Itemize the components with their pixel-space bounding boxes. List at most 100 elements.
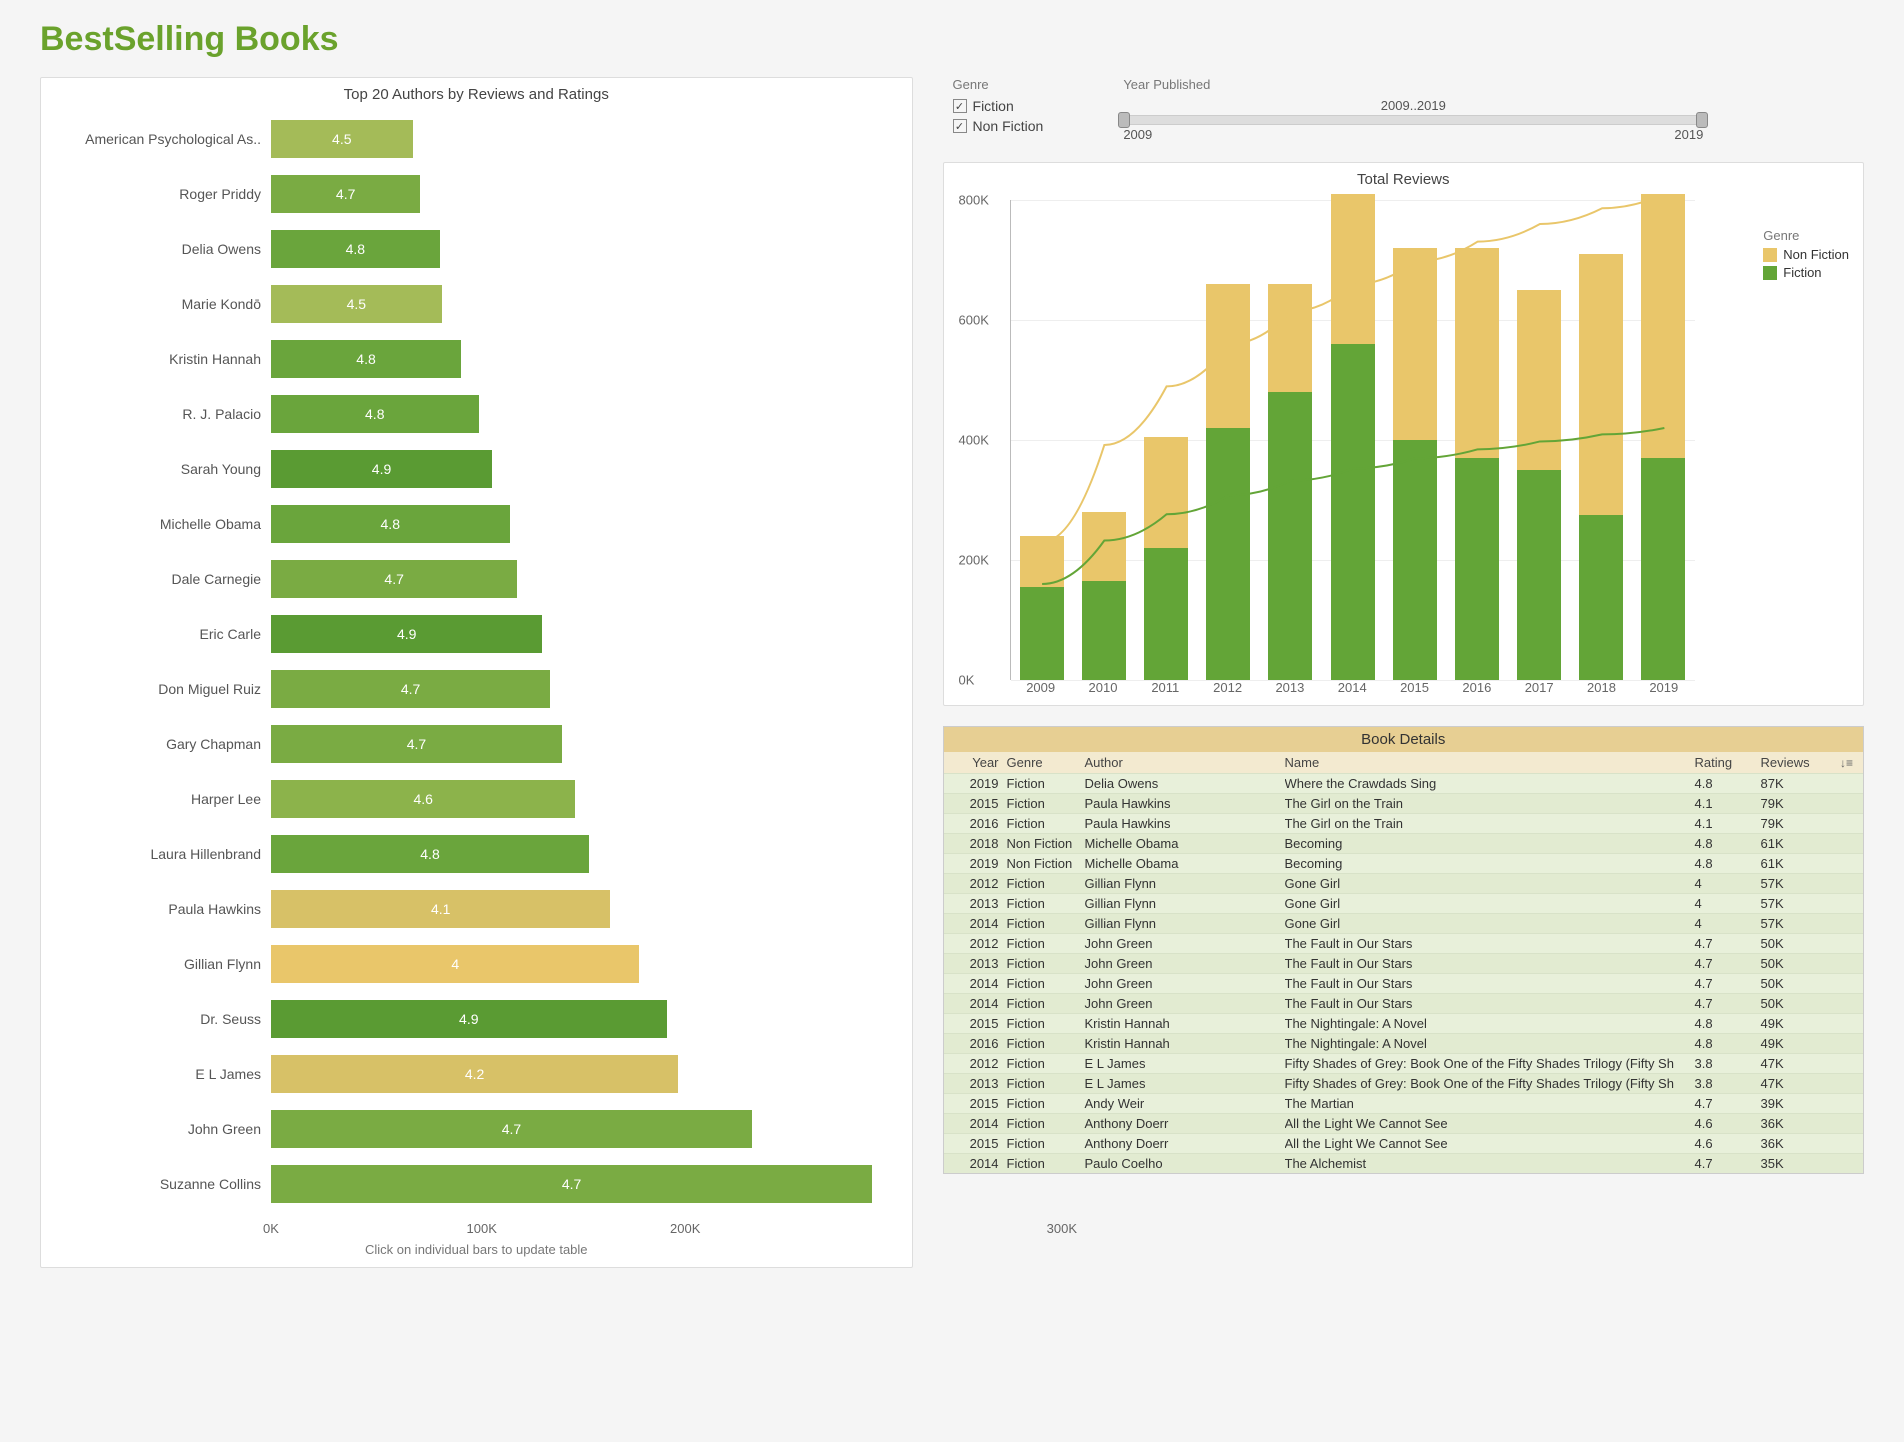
author-bar-row[interactable]: Gary Chapman4.7: [51, 716, 892, 771]
author-bar[interactable]: 4.7: [271, 670, 550, 708]
stacked-bar[interactable]: [1144, 437, 1188, 680]
author-bar[interactable]: 4.7: [271, 560, 517, 598]
slider-handle-max[interactable]: [1696, 112, 1708, 128]
author-bar-row[interactable]: Harper Lee4.6: [51, 771, 892, 826]
table-row[interactable]: 2015FictionKristin HannahThe Nightingale…: [944, 1013, 1863, 1033]
author-bar-row[interactable]: Dr. Seuss4.9: [51, 991, 892, 1046]
cell-reviews: 49K: [1761, 1036, 1831, 1051]
table-row[interactable]: 2013FictionE L JamesFifty Shades of Grey…: [944, 1073, 1863, 1093]
author-bar[interactable]: 4.6: [271, 780, 575, 818]
stacked-bar[interactable]: [1393, 248, 1437, 680]
table-row[interactable]: 2015FictionPaula HawkinsThe Girl on the …: [944, 793, 1863, 813]
bar-rating-label: 4.8: [420, 846, 439, 862]
author-bar[interactable]: 4.1: [271, 890, 610, 928]
cell-name: All the Light We Cannot See: [1285, 1116, 1695, 1131]
table-row[interactable]: 2015FictionAnthony DoerrAll the Light We…: [944, 1133, 1863, 1153]
author-bar[interactable]: 4.8: [271, 230, 440, 268]
hdr-rating[interactable]: Rating: [1695, 755, 1761, 770]
author-bar[interactable]: 4.8: [271, 505, 510, 543]
author-bar-row[interactable]: Kristin Hannah4.8: [51, 331, 892, 386]
author-bar[interactable]: 4.8: [271, 395, 479, 433]
table-row[interactable]: 2014FictionAnthony DoerrAll the Light We…: [944, 1113, 1863, 1133]
stacked-bar[interactable]: [1579, 254, 1623, 680]
cell-genre: Fiction: [1007, 1156, 1085, 1171]
legend-nonfiction[interactable]: Non Fiction: [1763, 247, 1849, 262]
author-bar-row[interactable]: Marie Kondō4.5: [51, 276, 892, 331]
legend-nonfiction-label: Non Fiction: [1783, 247, 1849, 262]
author-bar[interactable]: 4.9: [271, 450, 492, 488]
hdr-name[interactable]: Name: [1285, 755, 1695, 770]
author-bar[interactable]: 4.7: [271, 175, 420, 213]
author-bar-row[interactable]: Laura Hillenbrand4.8: [51, 826, 892, 881]
stacked-bar[interactable]: [1455, 248, 1499, 680]
author-bar-row[interactable]: Delia Owens4.8: [51, 221, 892, 276]
xaxis-category: 2011: [1134, 680, 1196, 695]
stacked-bar[interactable]: [1331, 194, 1375, 680]
stacked-bar[interactable]: [1206, 284, 1250, 680]
stacked-bar[interactable]: [1517, 290, 1561, 680]
table-row[interactable]: 2012FictionGillian FlynnGone Girl457K: [944, 873, 1863, 893]
author-bar[interactable]: 4: [271, 945, 639, 983]
hdr-author[interactable]: Author: [1085, 755, 1285, 770]
legend-fiction[interactable]: Fiction: [1763, 265, 1849, 280]
stacked-bar[interactable]: [1641, 194, 1685, 680]
year-slider[interactable]: [1123, 115, 1703, 125]
fiction-checkbox[interactable]: ✓ Fiction: [953, 98, 1044, 114]
author-bar[interactable]: 4.8: [271, 835, 589, 873]
author-bar-row[interactable]: Michelle Obama4.8: [51, 496, 892, 551]
cell-rating: 4.7: [1695, 1096, 1761, 1111]
table-row[interactable]: 2014FictionJohn GreenThe Fault in Our St…: [944, 973, 1863, 993]
table-row[interactable]: 2019Non FictionMichelle ObamaBecoming4.8…: [944, 853, 1863, 873]
author-bar[interactable]: 4.5: [271, 285, 442, 323]
xaxis-category: 2017: [1508, 680, 1570, 695]
stacked-bar[interactable]: [1268, 284, 1312, 680]
table-row[interactable]: 2016FictionPaula HawkinsThe Girl on the …: [944, 813, 1863, 833]
author-bar[interactable]: 4.9: [271, 1000, 667, 1038]
author-bar-row[interactable]: Suzanne Collins4.7: [51, 1156, 892, 1211]
author-bar-row[interactable]: Roger Priddy4.7: [51, 166, 892, 221]
author-bar-row[interactable]: Eric Carle4.9: [51, 606, 892, 661]
author-bar[interactable]: 4.5: [271, 120, 413, 158]
stacked-bar[interactable]: [1082, 512, 1126, 680]
author-bar-row[interactable]: American Psychological As..4.5: [51, 111, 892, 166]
table-row[interactable]: 2019FictionDelia OwensWhere the Crawdads…: [944, 773, 1863, 793]
author-bar-row[interactable]: Gillian Flynn4: [51, 936, 892, 991]
table-row[interactable]: 2012FictionE L JamesFifty Shades of Grey…: [944, 1053, 1863, 1073]
table-row[interactable]: 2018Non FictionMichelle ObamaBecoming4.8…: [944, 833, 1863, 853]
stacked-bar[interactable]: [1020, 536, 1064, 680]
table-row[interactable]: 2016FictionKristin HannahThe Nightingale…: [944, 1033, 1863, 1053]
table-row[interactable]: 2012FictionJohn GreenThe Fault in Our St…: [944, 933, 1863, 953]
hdr-year[interactable]: Year: [952, 755, 1007, 770]
reviews-xaxis: 2009201020112012201320142015201620172018…: [1010, 680, 1695, 695]
table-row[interactable]: 2013FictionGillian FlynnGone Girl457K: [944, 893, 1863, 913]
author-bar-row[interactable]: E L James4.2: [51, 1046, 892, 1101]
author-bar[interactable]: 4.7: [271, 1110, 752, 1148]
cell-author: John Green: [1085, 936, 1285, 951]
table-row[interactable]: 2013FictionJohn GreenThe Fault in Our St…: [944, 953, 1863, 973]
sort-icon[interactable]: ↓≡: [1840, 756, 1853, 770]
fiction-segment: [1206, 428, 1250, 680]
author-bar[interactable]: 4.7: [271, 725, 562, 763]
author-bar[interactable]: 4.2: [271, 1055, 678, 1093]
hdr-genre[interactable]: Genre: [1007, 755, 1085, 770]
bar-track: 4: [271, 940, 892, 988]
nonfiction-segment: [1579, 254, 1623, 515]
author-bar-row[interactable]: Don Miguel Ruiz4.7: [51, 661, 892, 716]
author-bar[interactable]: 4.9: [271, 615, 542, 653]
table-row[interactable]: 2014FictionPaulo CoelhoThe Alchemist4.73…: [944, 1153, 1863, 1173]
hdr-reviews[interactable]: Reviews: [1761, 755, 1831, 770]
table-row[interactable]: 2014FictionGillian FlynnGone Girl457K: [944, 913, 1863, 933]
slider-handle-min[interactable]: [1118, 112, 1130, 128]
cell-name: The Martian: [1285, 1096, 1695, 1111]
nonfiction-checkbox[interactable]: ✓ Non Fiction: [953, 118, 1044, 134]
author-bar-row[interactable]: Paula Hawkins4.1: [51, 881, 892, 936]
author-bar-row[interactable]: Sarah Young4.9: [51, 441, 892, 496]
author-bar-row[interactable]: R. J. Palacio4.8: [51, 386, 892, 441]
author-bar[interactable]: 4.8: [271, 340, 461, 378]
table-row[interactable]: 2015FictionAndy WeirThe Martian4.739K: [944, 1093, 1863, 1113]
cell-name: Gone Girl: [1285, 916, 1695, 931]
author-bar[interactable]: 4.7: [271, 1165, 872, 1203]
author-bar-row[interactable]: Dale Carnegie4.7: [51, 551, 892, 606]
table-row[interactable]: 2014FictionJohn GreenThe Fault in Our St…: [944, 993, 1863, 1013]
author-bar-row[interactable]: John Green4.7: [51, 1101, 892, 1156]
